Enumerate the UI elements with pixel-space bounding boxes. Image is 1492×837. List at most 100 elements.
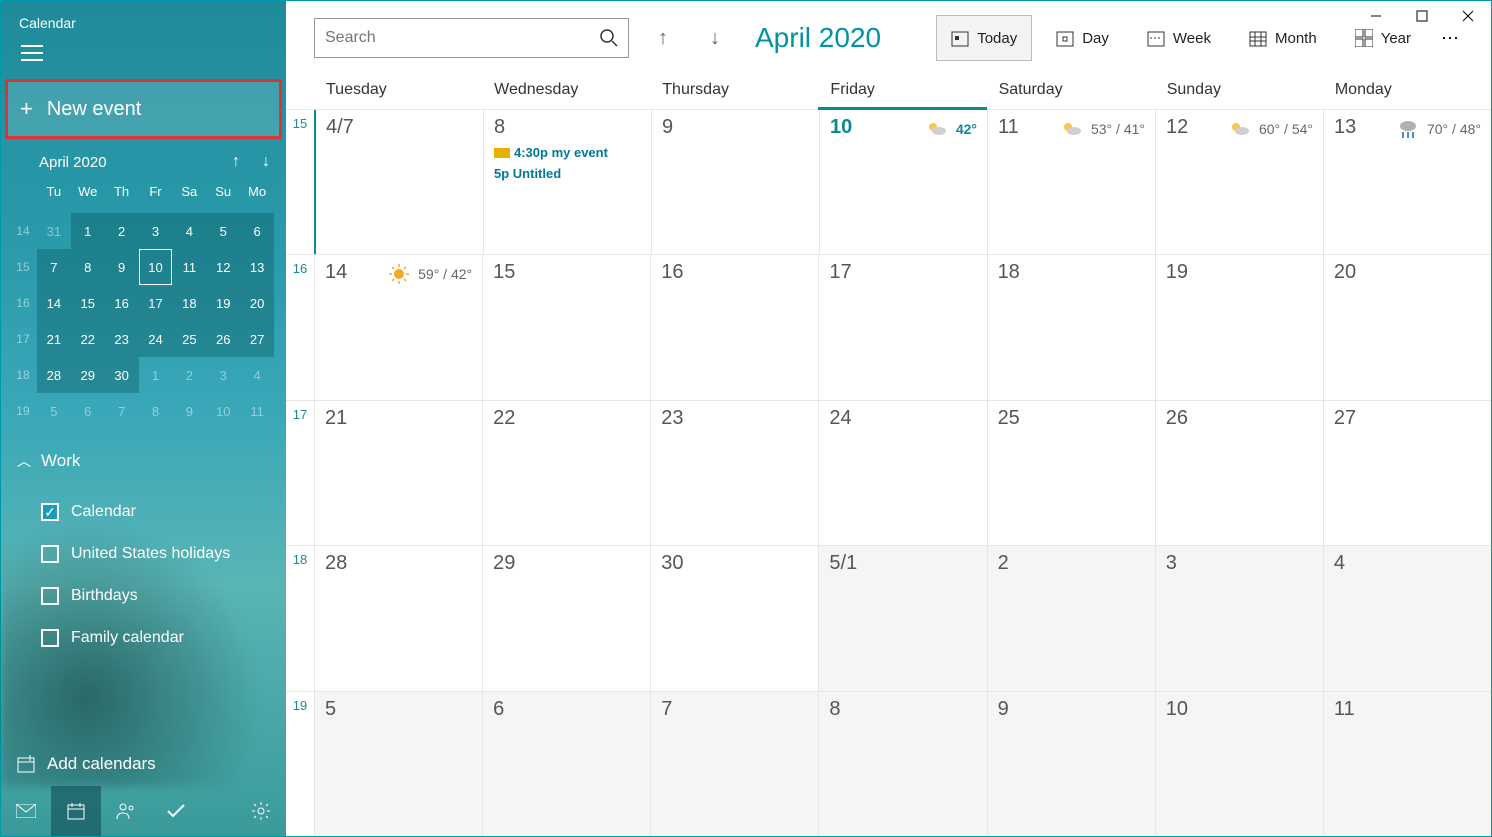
mini-day[interactable]: 5 xyxy=(206,213,240,249)
day-cell[interactable]: 18 xyxy=(987,255,1155,399)
day-cell[interactable]: 27 xyxy=(1323,401,1491,545)
mini-day[interactable]: 12 xyxy=(206,249,240,285)
mini-calendar-title[interactable]: April 2020 xyxy=(39,154,107,171)
mini-day[interactable]: 14 xyxy=(37,285,71,321)
mini-day[interactable]: 9 xyxy=(172,393,206,429)
mini-day[interactable]: 18 xyxy=(172,285,206,321)
day-cell[interactable]: 21 xyxy=(314,401,482,545)
mini-day[interactable]: 29 xyxy=(71,357,105,393)
mini-day[interactable]: 30 xyxy=(105,357,139,393)
day-cell[interactable]: 15 xyxy=(482,255,650,399)
mini-day[interactable]: 3 xyxy=(139,213,173,249)
mail-button[interactable] xyxy=(1,786,51,836)
mini-day[interactable]: 1 xyxy=(71,213,105,249)
day-cell[interactable]: 11 53° / 41° xyxy=(987,110,1155,254)
day-cell[interactable]: 4 xyxy=(1323,546,1491,690)
mini-day[interactable]: 4 xyxy=(172,213,206,249)
day-cell[interactable]: 25 xyxy=(987,401,1155,545)
mini-day[interactable]: 7 xyxy=(37,249,71,285)
checkbox[interactable] xyxy=(41,545,59,563)
week-view-button[interactable]: Week xyxy=(1133,15,1225,61)
mini-day[interactable]: 31 xyxy=(37,213,71,249)
search-box[interactable] xyxy=(314,18,629,58)
calendar-item[interactable]: United States holidays xyxy=(17,533,270,575)
mini-day[interactable]: 28 xyxy=(37,357,71,393)
mini-next-button[interactable]: ↓ xyxy=(262,153,270,171)
day-cell[interactable]: 8 xyxy=(818,692,986,836)
day-cell[interactable]: 11 xyxy=(1323,692,1491,836)
mini-day[interactable]: 17 xyxy=(139,285,173,321)
day-cell[interactable]: 23 xyxy=(650,401,818,545)
mini-day[interactable]: 9 xyxy=(105,249,139,285)
prev-period-button[interactable]: ↑ xyxy=(645,20,681,56)
mini-day[interactable]: 8 xyxy=(139,393,173,429)
mini-prev-button[interactable]: ↑ xyxy=(232,153,240,171)
mini-day[interactable]: 4 xyxy=(240,357,274,393)
mini-day[interactable]: 1 xyxy=(139,357,173,393)
day-cell[interactable]: 7 xyxy=(650,692,818,836)
mini-day[interactable]: 22 xyxy=(71,321,105,357)
calendar-item[interactable]: Family calendar xyxy=(17,617,270,659)
day-cell[interactable]: 16 xyxy=(650,255,818,399)
day-cell[interactable]: 19 xyxy=(1155,255,1323,399)
day-cell[interactable]: 84:30p my event5p Untitled xyxy=(483,110,651,254)
mini-day[interactable]: 3 xyxy=(206,357,240,393)
settings-button[interactable] xyxy=(236,786,286,836)
day-view-button[interactable]: Day xyxy=(1042,15,1123,61)
calendar-button[interactable] xyxy=(51,786,101,836)
today-button[interactable]: Today xyxy=(936,15,1032,61)
mini-day[interactable]: 5 xyxy=(37,393,71,429)
mini-day[interactable]: 15 xyxy=(71,285,105,321)
mini-day[interactable]: 10 xyxy=(206,393,240,429)
checkbox[interactable] xyxy=(41,587,59,605)
day-cell[interactable]: 4/7 xyxy=(314,110,483,254)
search-input[interactable] xyxy=(325,29,600,47)
maximize-button[interactable] xyxy=(1399,1,1445,31)
event[interactable]: 4:30p my event xyxy=(494,145,641,160)
day-cell[interactable]: 10 42° xyxy=(819,110,987,254)
day-cell[interactable]: 29 xyxy=(482,546,650,690)
day-cell[interactable]: 17 xyxy=(818,255,986,399)
mini-day[interactable]: 26 xyxy=(206,321,240,357)
day-cell[interactable]: 9 xyxy=(987,692,1155,836)
mini-day[interactable]: 10 xyxy=(139,249,173,285)
mini-day[interactable]: 7 xyxy=(105,393,139,429)
mini-day[interactable]: 24 xyxy=(139,321,173,357)
hamburger-button[interactable] xyxy=(1,31,286,75)
day-cell[interactable]: 12 60° / 54° xyxy=(1155,110,1323,254)
day-cell[interactable]: 10 xyxy=(1155,692,1323,836)
minimize-button[interactable] xyxy=(1353,1,1399,31)
account-toggle[interactable]: ︿ Work xyxy=(17,451,270,471)
day-cell[interactable]: 2 xyxy=(987,546,1155,690)
month-view-button[interactable]: Month xyxy=(1235,15,1331,61)
day-cell[interactable]: 30 xyxy=(650,546,818,690)
mini-day[interactable]: 13 xyxy=(240,249,274,285)
event[interactable]: 5p Untitled xyxy=(494,166,641,181)
mini-day[interactable]: 11 xyxy=(172,249,206,285)
todo-button[interactable] xyxy=(151,786,201,836)
mini-day[interactable]: 23 xyxy=(105,321,139,357)
close-button[interactable] xyxy=(1445,1,1491,31)
mini-day[interactable]: 27 xyxy=(240,321,274,357)
mini-day[interactable]: 19 xyxy=(206,285,240,321)
new-event-button[interactable]: + New event xyxy=(5,79,282,139)
mini-day[interactable]: 25 xyxy=(172,321,206,357)
search-icon[interactable] xyxy=(600,29,618,47)
mini-day[interactable]: 6 xyxy=(240,213,274,249)
day-cell[interactable]: 24 xyxy=(818,401,986,545)
mini-day[interactable]: 11 xyxy=(240,393,274,429)
day-cell[interactable]: 5/1 xyxy=(818,546,986,690)
day-cell[interactable]: 20 xyxy=(1323,255,1491,399)
day-cell[interactable]: 28 xyxy=(314,546,482,690)
mini-day[interactable]: 20 xyxy=(240,285,274,321)
day-cell[interactable]: 26 xyxy=(1155,401,1323,545)
mini-day[interactable]: 2 xyxy=(172,357,206,393)
day-cell[interactable]: 22 xyxy=(482,401,650,545)
mini-day[interactable]: 8 xyxy=(71,249,105,285)
mini-day[interactable]: 16 xyxy=(105,285,139,321)
people-button[interactable] xyxy=(101,786,151,836)
day-cell[interactable]: 5 xyxy=(314,692,482,836)
day-cell[interactable]: 3 xyxy=(1155,546,1323,690)
checkbox[interactable] xyxy=(41,629,59,647)
next-period-button[interactable]: ↓ xyxy=(697,20,733,56)
